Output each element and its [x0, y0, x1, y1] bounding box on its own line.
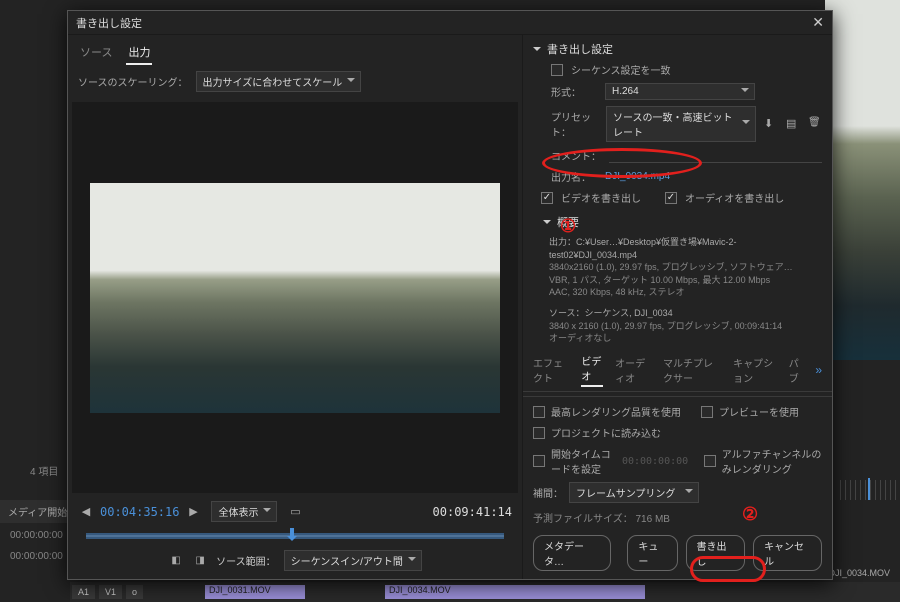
media-start-label: メディア開始 [0, 500, 75, 523]
tab-multiplexer[interactable]: マルチプレクサー [663, 355, 721, 385]
zoom-fit-dropdown[interactable]: 全体表示 [211, 501, 277, 522]
timeline-clip-2[interactable]: DJI_0034.MOV [385, 585, 645, 599]
tab-source[interactable]: ソース [78, 41, 114, 65]
interpolation-label: 補間： [533, 485, 563, 500]
export-video-checkbox[interactable] [541, 192, 553, 204]
bin-timecodes: 00:00:00:00 00:00:00:00 [10, 530, 63, 572]
timeline-track[interactable]: A1 V1 o DJI_0031.MOV DJI_0034.MOV [70, 582, 900, 602]
comments-input[interactable] [609, 149, 822, 163]
timeline-ruler[interactable] [840, 480, 900, 500]
queue-button[interactable]: キュー [627, 535, 677, 571]
import-project-label: プロジェクトに読み込む [551, 425, 661, 440]
output-name-link[interactable]: DJI_0034.mp4 [605, 171, 670, 182]
set-in-icon[interactable]: ◧ [168, 553, 184, 569]
source-range-label: ソース範囲： [216, 553, 276, 568]
track-toggle[interactable]: o [126, 585, 143, 599]
preview-panel: ソース 出力 ソースのスケーリング： 出力サイズに合わせてスケール ◀ 00:0… [68, 35, 523, 579]
current-timecode[interactable]: 00:04:35:16 [100, 505, 179, 519]
use-previews-label: プレビューを使用 [719, 404, 799, 419]
output-name-label: 出力名： [551, 169, 597, 184]
summary-output: 出力：C:¥User…¥Desktop¥仮置き場¥Mavic-2-test02¥… [523, 232, 832, 303]
chevron-down-icon[interactable] [543, 220, 551, 228]
chevron-down-icon[interactable] [533, 47, 541, 55]
alpha-only-checkbox[interactable] [704, 455, 716, 467]
dialog-titlebar[interactable]: 書き出し設定 ✕ [68, 11, 832, 35]
summary-header: 概要 [557, 214, 579, 230]
program-monitor-bg [825, 0, 900, 360]
preset-dropdown[interactable]: ソースの一致・高速ビットレート [606, 106, 756, 142]
export-settings-header: 書き出し設定 [547, 41, 613, 57]
start-timecode-label: 開始タイムコードを設定 [551, 446, 616, 476]
max-render-checkbox[interactable] [533, 406, 545, 418]
export-video-label: ビデオを書き出し [561, 190, 641, 205]
cancel-button[interactable]: キャンセル [753, 535, 822, 571]
scaling-dropdown[interactable]: 出力サイズに合わせてスケール [196, 71, 362, 92]
timeline-clip-1[interactable]: DJI_0031.MOV [205, 585, 305, 599]
scaling-label: ソースのスケーリング： [78, 74, 188, 89]
next-frame-icon[interactable]: ▶ [185, 504, 201, 520]
preview-viewport [72, 102, 518, 493]
source-range-dropdown[interactable]: シーケンスイン/アウト間 [284, 550, 422, 571]
match-sequence-label: シーケンス設定を一致 [571, 62, 671, 77]
scrub-bar[interactable] [86, 528, 504, 544]
max-render-label: 最高レンダリング品質を使用 [551, 404, 681, 419]
interpolation-dropdown[interactable]: フレームサンプリング [569, 482, 699, 503]
close-icon[interactable]: ✕ [812, 14, 824, 31]
settings-panel: 書き出し設定 シーケンス設定を一致 形式： H.264 プリセット： ソースの一… [523, 35, 832, 579]
preview-frame [90, 183, 500, 413]
tab-publish[interactable]: パブ [789, 355, 804, 385]
duration-timecode: 00:09:41:14 [433, 505, 512, 519]
save-preset-icon[interactable] [786, 117, 800, 131]
aspect-icon[interactable]: ▭ [287, 504, 303, 520]
metadata-button[interactable]: メタデータ… [533, 535, 611, 571]
tab-output[interactable]: 出力 [126, 41, 152, 65]
timeline-playhead[interactable] [868, 478, 870, 500]
format-dropdown[interactable]: H.264 [605, 83, 755, 100]
start-timecode-value[interactable]: 00:00:00:00 [622, 456, 688, 467]
track-v1-label[interactable]: V1 [99, 585, 122, 599]
tab-captions[interactable]: キャプション [733, 355, 777, 385]
tab-effects[interactable]: エフェクト [533, 355, 569, 385]
export-audio-checkbox[interactable] [665, 192, 677, 204]
prev-frame-icon[interactable]: ◀ [78, 504, 94, 520]
use-previews-checkbox[interactable] [701, 406, 713, 418]
export-settings-dialog: 書き出し設定 ✕ ソース 出力 ソースのスケーリング： 出力サイズに合わせてスケ… [67, 10, 833, 580]
export-audio-label: オーディオを書き出し [685, 190, 784, 205]
estimate-value: 716 MB [635, 514, 669, 525]
scrub-playhead[interactable] [287, 528, 297, 542]
bin-tc-1: 00:00:00:00 [10, 530, 63, 541]
delete-preset-icon[interactable] [808, 117, 822, 131]
import-preset-icon[interactable] [764, 117, 778, 131]
tab-audio[interactable]: オーディオ [615, 355, 651, 385]
estimate-label: 予測ファイルサイズ： [533, 514, 633, 525]
tabs-scroll-right-icon[interactable]: » [815, 363, 822, 377]
start-timecode-checkbox[interactable] [533, 455, 545, 467]
match-sequence-checkbox[interactable] [551, 64, 563, 76]
alpha-only-label: アルファチャンネルのみレンダリング [722, 446, 822, 476]
tab-video[interactable]: ビデオ [581, 353, 603, 387]
format-label: 形式： [551, 84, 597, 99]
export-button[interactable]: 書き出し [686, 535, 746, 571]
dialog-title: 書き出し設定 [76, 15, 142, 31]
bin-item-count: 4 項目 [30, 463, 58, 478]
set-out-icon[interactable]: ◨ [192, 553, 208, 569]
import-project-checkbox[interactable] [533, 427, 545, 439]
comments-label: コメント： [551, 148, 601, 163]
bin-tc-2: 00:00:00:00 [10, 551, 63, 562]
preset-label: プリセット： [551, 109, 598, 139]
track-a1-label[interactable]: A1 [72, 585, 95, 599]
summary-source: ソース：シーケンス, DJI_0034 3840 x 2160 (1.0), 2… [523, 303, 832, 349]
